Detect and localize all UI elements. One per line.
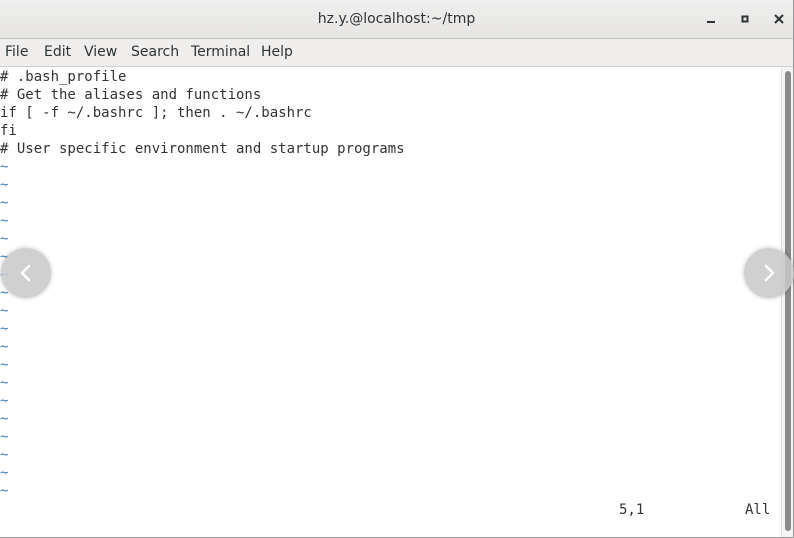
empty-line-marker: ~: [0, 195, 9, 211]
text-line: if [ -f ~/.bashrc ]; then . ~/.bashrc: [0, 105, 312, 121]
empty-line-marker: ~: [0, 321, 9, 337]
menu-help[interactable]: Help: [261, 39, 293, 66]
empty-line-marker: ~: [0, 177, 9, 193]
cursor-position: 5,1: [619, 502, 645, 518]
scrollbar-thumb[interactable]: [785, 71, 791, 531]
window-title: hz.y.@localhost:~/tmp: [317, 11, 476, 27]
menu-search[interactable]: Search: [131, 39, 179, 66]
vertical-scrollbar[interactable]: [781, 67, 793, 537]
text-line: # .bash_profile: [0, 69, 127, 85]
title-bar[interactable]: hz.y.@localhost:~/tmp: [0, 0, 793, 39]
empty-line-marker: ~: [0, 303, 9, 319]
empty-line-marker: ~: [0, 339, 9, 355]
previous-button[interactable]: [1, 248, 51, 298]
empty-line-marker: ~: [0, 483, 9, 499]
chevron-left-icon: [20, 264, 31, 282]
minimize-icon: [707, 21, 715, 23]
close-icon: [774, 14, 784, 24]
text-line: # Get the aliases and functions: [0, 87, 262, 103]
chevron-right-icon: [764, 264, 775, 282]
menu-terminal[interactable]: Terminal: [191, 39, 250, 66]
maximize-button[interactable]: [734, 9, 756, 29]
menu-bar: File Edit View Search Terminal Help: [0, 39, 793, 67]
empty-line-marker: ~: [0, 447, 9, 463]
terminal-window: hz.y.@localhost:~/tmp File Edit View Sea…: [0, 0, 794, 538]
minimize-button[interactable]: [700, 9, 722, 29]
text-line: # User specific environment and startup …: [0, 141, 405, 157]
empty-line-marker: ~: [0, 465, 9, 481]
terminal-content[interactable]: # .bash_profile # Get the aliases and fu…: [0, 67, 781, 537]
empty-line-marker: ~: [0, 375, 9, 391]
scroll-position: All: [745, 502, 771, 518]
empty-line-marker: ~: [0, 429, 9, 445]
menu-view[interactable]: View: [84, 39, 117, 66]
empty-line-marker: ~: [0, 213, 9, 229]
close-button[interactable]: [768, 9, 790, 29]
menu-edit[interactable]: Edit: [44, 39, 71, 66]
empty-line-marker: ~: [0, 393, 9, 409]
empty-line-marker: ~: [0, 411, 9, 427]
menu-file[interactable]: File: [5, 39, 28, 66]
maximize-icon: [741, 15, 749, 23]
empty-line-marker: ~: [0, 231, 9, 247]
empty-line-marker: ~: [0, 159, 9, 175]
next-button[interactable]: [744, 248, 794, 298]
empty-line-marker: ~: [0, 357, 9, 373]
text-line: fi: [0, 123, 17, 139]
